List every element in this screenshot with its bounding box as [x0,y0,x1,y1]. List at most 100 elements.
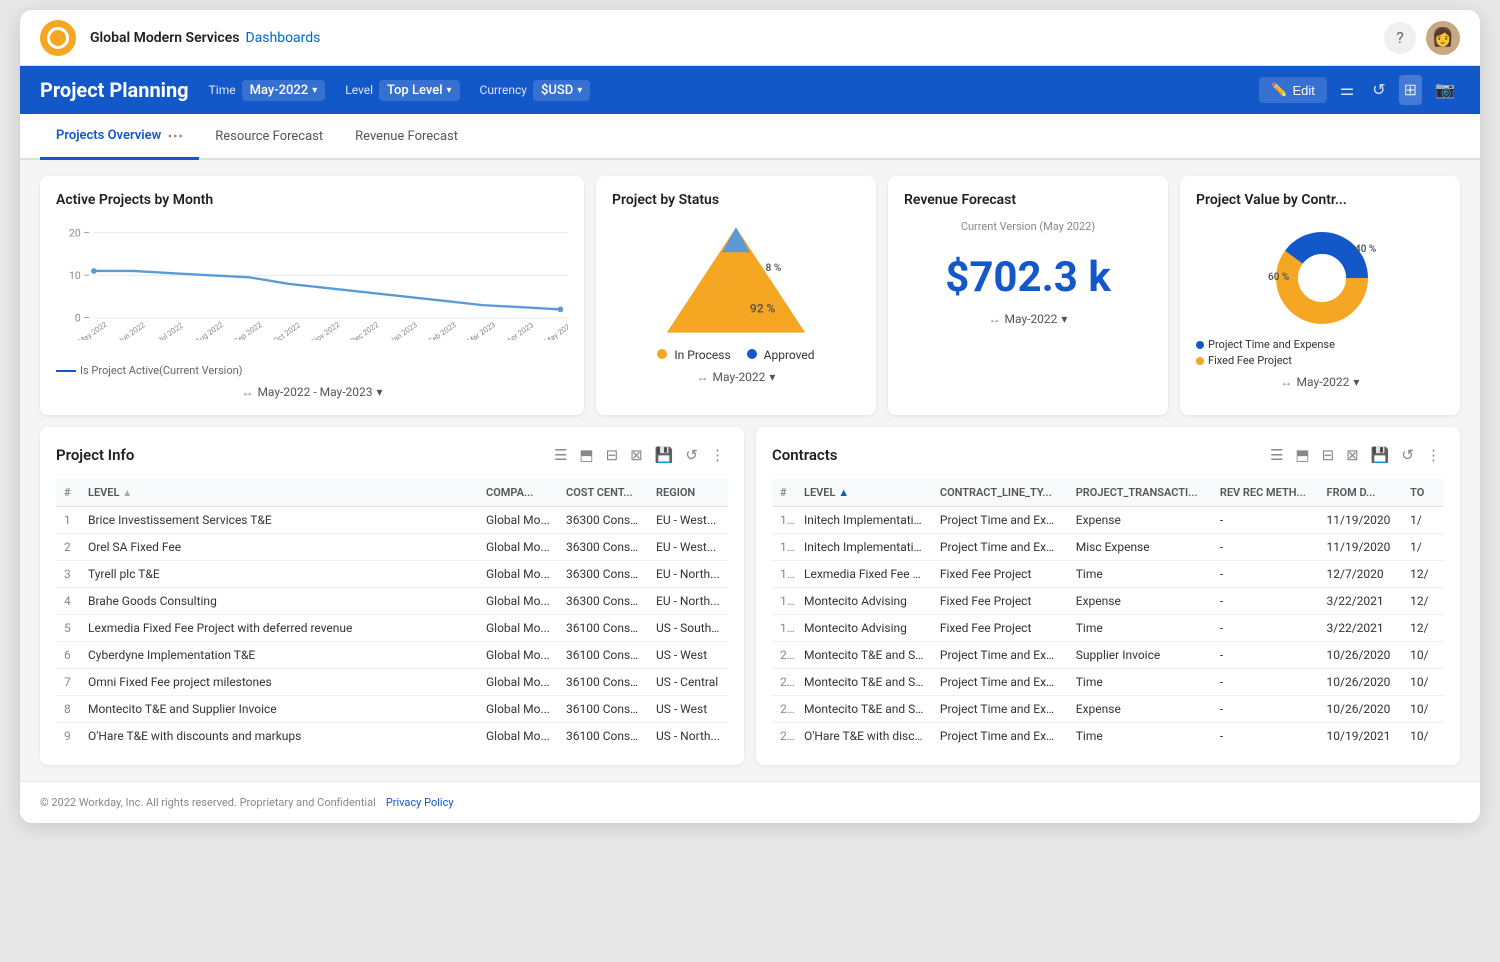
contracts-table: Contracts ☰ ⬒ ⊟ ⊠ 💾 ↺ ⋮ # [756,427,1460,765]
active-projects-title: Active Projects by Month [56,192,568,208]
save-icon[interactable]: 💾 [652,443,677,467]
table-row[interactable]: 18 Montecito Advising Fixed Fee Project … [772,588,1444,615]
table-row[interactable]: 2 Orel SA Fixed Fee Global Mo... 36300 C… [56,534,728,561]
row-company: Global Mo... [478,669,558,696]
col-header-company[interactable]: COMPA... [478,479,558,507]
col-header-project-trans[interactable]: PROJECT_TRANSACTI... [1068,479,1212,507]
col-header-level[interactable]: LEVEL ▲ [80,479,478,507]
contracts-data-table: # LEVEL ▲ CONTRACT_LINE_TY... PROJECT_TR… [772,479,1444,749]
collapse-icon[interactable]: ⊠ [1343,443,1362,467]
table-row[interactable]: 16 Initech Implementation Project Time a… [772,534,1444,561]
refresh-icon[interactable]: ↺ [1398,443,1417,467]
table-row[interactable]: 21 Montecito T&E and Supplier Invoice Pr… [772,669,1444,696]
table-row[interactable]: 4 Brahe Goods Consulting Global Mo... 36… [56,588,728,615]
export-icon[interactable]: ⬒ [1292,443,1312,467]
contracts-header: Contracts ☰ ⬒ ⊟ ⊠ 💾 ↺ ⋮ [772,443,1444,467]
tab-projects-overview[interactable]: Projects Overview ⋯ [40,114,199,160]
refresh-icon-button[interactable]: ↺ [1367,75,1390,105]
more-icon[interactable]: ⋮ [1423,443,1444,467]
table-row[interactable]: 7 Omni Fixed Fee project milestones Glob… [56,669,728,696]
active-projects-footer[interactable]: ↔ May-2022 - May-2023 ▾ [56,385,568,399]
svg-text:Jun 2022: Jun 2022 [116,320,147,340]
project-info-actions: ☰ ⬒ ⊟ ⊠ 💾 ↺ ⋮ [551,443,728,467]
table-row[interactable]: 17 Lexmedia Fixed Fee Project with defer… [772,561,1444,588]
donut-legend: Project Time and Expense Fixed Fee Proje… [1196,338,1444,367]
project-value-footer[interactable]: ↔ May-2022 ▾ [1196,375,1444,389]
avatar[interactable]: 👩 [1426,21,1460,55]
col-header-to-date[interactable]: TO [1402,479,1444,507]
svg-text:60 %: 60 % [1268,272,1289,283]
arrow-icon: ↔ [989,312,1001,326]
row-from-date: 3/22/2021 [1319,615,1403,642]
row-to-date: 1/ [1402,534,1444,561]
table-row[interactable]: 22 Montecito T&E and Supplier Invoice Pr… [772,696,1444,723]
filter-icon[interactable]: ☰ [1267,443,1286,467]
svg-text:Jul 2022: Jul 2022 [156,321,185,340]
export-icon[interactable]: ⬒ [576,443,596,467]
privacy-policy-link[interactable]: Privacy Policy [386,796,454,809]
row-contract-type: Fixed Fee Project [932,561,1068,588]
grid-icon-button[interactable]: ⊞ [1399,75,1422,105]
level-filter-value[interactable]: Top Level ▾ [379,80,460,101]
camera-icon-button[interactable]: 📷 [1430,75,1460,105]
table-row[interactable]: 9 O'Hare T&E with discounts and markups … [56,723,728,750]
project-info-data-table: # LEVEL ▲ COMPA... COST CENT... REGION 1… [56,479,728,749]
currency-filter-value[interactable]: $USD ▾ [533,80,590,101]
table-row[interactable]: 23 O'Hare T&E with discounts and markups… [772,723,1444,750]
svg-text:Sep 2022: Sep 2022 [232,320,263,340]
filter-icon-button[interactable]: ⚌ [1335,75,1359,105]
refresh-icon[interactable]: ↺ [682,443,701,467]
filter-icon[interactable]: ☰ [551,443,570,467]
table-row[interactable]: 19 Montecito Advising Fixed Fee Project … [772,615,1444,642]
row-region: EU - West... [648,534,728,561]
table-row[interactable]: 6 Cyberdyne Implementation T&E Global Mo… [56,642,728,669]
table-row[interactable]: 8 Montecito T&E and Supplier Invoice Glo… [56,696,728,723]
workday-logo [40,20,76,56]
row-level: Omni Fixed Fee project milestones [80,669,478,696]
col-header-rev-rec[interactable]: REV REC METH... [1212,479,1319,507]
tab-revenue-forecast[interactable]: Revenue Forecast [339,117,474,156]
col-header-cost[interactable]: COST CENT... [558,479,648,507]
collapse-icon[interactable]: ⊠ [627,443,646,467]
revenue-amount: $702.3 k [904,253,1152,302]
row-level: Lexmedia Fixed Fee Project with deferred [796,561,932,588]
row-cost: 36300 Consu... [558,534,648,561]
table-row[interactable]: 3 Tyrell plc T&E Global Mo... 36300 Cons… [56,561,728,588]
col-header-contract-type[interactable]: CONTRACT_LINE_TY... [932,479,1068,507]
svg-text:Jan 2023: Jan 2023 [388,320,419,340]
table-row[interactable]: 5 Lexmedia Fixed Fee Project with deferr… [56,615,728,642]
grid-view-icon[interactable]: ⊟ [1319,443,1338,467]
row-cost: 36100 Consu... [558,723,648,750]
grid-view-icon[interactable]: ⊟ [603,443,622,467]
row-contract-type: Fixed Fee Project [932,588,1068,615]
chart-legend: Is Project Active(Current Version) [56,364,568,377]
help-icon[interactable]: ? [1384,22,1416,54]
row-num: 5 [56,615,80,642]
row-trans-type: Supplier Invoice [1068,642,1212,669]
row-region: US - West [648,696,728,723]
revenue-forecast-chart: Revenue Forecast Current Version (May 20… [888,176,1168,415]
row-num: 19 [772,615,796,642]
time-filter-value[interactable]: May-2022 ▾ [242,80,326,101]
col-header-from-date[interactable]: FROM D... [1319,479,1403,507]
svg-text:20 –: 20 – [69,226,90,239]
tab-dots[interactable]: ⋯ [167,126,183,145]
edit-button[interactable]: ✏️ Edit [1259,77,1327,103]
table-row[interactable]: 20 Montecito T&E and Supplier Invoice Pr… [772,642,1444,669]
col-header-level[interactable]: LEVEL ▲ [796,479,932,507]
project-status-footer[interactable]: ↔ May-2022 ▾ [612,370,860,384]
tab-resource-forecast[interactable]: Resource Forecast [199,117,339,156]
col-header-region[interactable]: REGION [648,479,728,507]
row-level: Orel SA Fixed Fee [80,534,478,561]
svg-text:Nov 2022: Nov 2022 [310,320,342,340]
revenue-forecast-footer[interactable]: ↔ May-2022 ▾ [904,312,1152,326]
row-from-date: 10/26/2020 [1319,669,1403,696]
dashboards-link[interactable]: Dashboards [245,30,320,46]
more-icon[interactable]: ⋮ [707,443,728,467]
row-company: Global Mo... [478,588,558,615]
table-row[interactable]: 15 Initech Implementation Project Time a… [772,507,1444,534]
save-icon[interactable]: 💾 [1368,443,1393,467]
row-company: Global Mo... [478,723,558,750]
row-rev-rec: - [1212,507,1319,534]
table-row[interactable]: 1 Brice Investissement Services T&E Glob… [56,507,728,534]
